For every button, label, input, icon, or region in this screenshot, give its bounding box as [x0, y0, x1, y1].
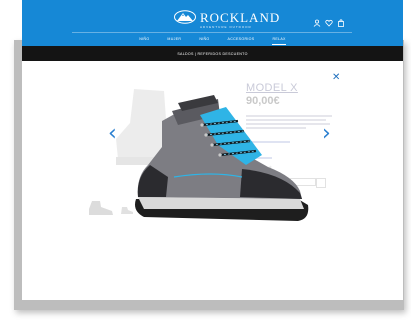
chevron-right-icon[interactable]: › — [322, 123, 331, 145]
nav-item[interactable]: ACCESORIOS — [228, 37, 255, 45]
close-icon[interactable]: ✕ — [332, 73, 340, 83]
add-to-cart-button[interactable] — [316, 178, 326, 188]
main-nav: NIÑO MUJER NIÑO ACCESORIOS RELAX — [22, 37, 403, 45]
product-quick-view-page: ROCKLAND ADVENTURE OUTDOOR NIÑO MUJER NI… — [22, 0, 403, 300]
user-icon[interactable] — [313, 14, 321, 27]
nav-divider — [72, 32, 352, 33]
shopping-bag-icon[interactable] — [337, 14, 345, 27]
brand-logo[interactable]: ROCKLAND — [174, 8, 280, 26]
nav-item[interactable]: NIÑO — [139, 37, 149, 45]
nav-item[interactable]: MUJER — [167, 37, 181, 45]
brand-tagline: ADVENTURE OUTDOOR — [200, 25, 252, 29]
promo-bar[interactable]: SALDOS | REFERIDOS DESCUENTO — [22, 46, 403, 61]
header-icons — [313, 14, 345, 27]
nav-item-active[interactable]: RELAX — [272, 37, 286, 45]
product-shoe-image — [135, 95, 309, 221]
nav-item[interactable]: NIÑO — [199, 37, 209, 45]
site-header: ROCKLAND ADVENTURE OUTDOOR NIÑO MUJER NI… — [22, 0, 403, 46]
product-detail: MODEL X 90,00€ ★★★★★ ✕ ‹ › — [22, 61, 403, 300]
brand-name: ROCKLAND — [200, 9, 281, 25]
chevron-left-icon[interactable]: ‹ — [108, 123, 117, 145]
heart-icon[interactable] — [325, 14, 333, 27]
thumbnail-image[interactable] — [86, 197, 116, 217]
mountain-logo-icon — [174, 10, 196, 24]
